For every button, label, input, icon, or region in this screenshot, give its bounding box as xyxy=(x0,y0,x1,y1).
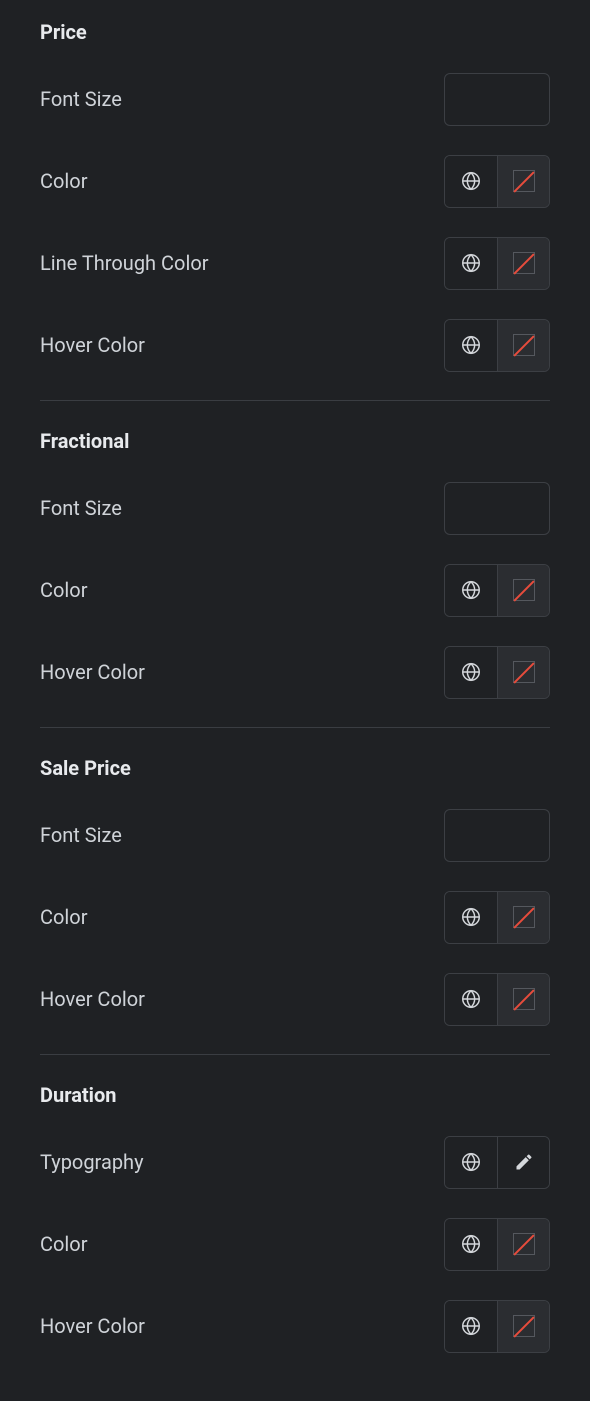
label-duration-typography: Typography xyxy=(40,1150,144,1174)
label-fractional-color: Color xyxy=(40,578,87,602)
color-swatch-button[interactable] xyxy=(497,892,549,943)
no-color-swatch-icon xyxy=(513,334,535,356)
typography-control-duration xyxy=(444,1136,550,1189)
row-sale-price-color: Color xyxy=(40,890,550,944)
input-price-font-size[interactable] xyxy=(444,73,550,126)
row-price-font-size: Font Size xyxy=(40,72,550,126)
label-price-hover-color: Hover Color xyxy=(40,333,145,357)
color-swatch-button[interactable] xyxy=(497,647,549,698)
global-toggle-button[interactable] xyxy=(445,156,497,207)
section-heading-duration: Duration xyxy=(40,1083,550,1107)
label-sale-price-font-size: Font Size xyxy=(40,823,122,847)
label-sale-price-hover-color: Hover Color xyxy=(40,987,145,1011)
color-control-sale-price-hover xyxy=(444,973,550,1026)
no-color-swatch-icon xyxy=(513,1315,535,1337)
globe-icon xyxy=(460,579,482,601)
no-color-swatch-icon xyxy=(513,170,535,192)
edit-typography-button[interactable] xyxy=(497,1137,549,1188)
globe-icon xyxy=(460,1233,482,1255)
globe-icon xyxy=(460,906,482,928)
label-price-font-size: Font Size xyxy=(40,87,122,111)
global-toggle-button[interactable] xyxy=(445,1301,497,1352)
row-price-line-through-color: Line Through Color xyxy=(40,236,550,290)
section-sale-price: Sale Price Font Size Color Hover Color xyxy=(40,727,550,1054)
section-heading-price: Price xyxy=(40,20,550,44)
label-price-line-through-color: Line Through Color xyxy=(40,251,209,275)
color-swatch-button[interactable] xyxy=(497,974,549,1025)
color-swatch-button[interactable] xyxy=(497,320,549,371)
globe-icon xyxy=(460,252,482,274)
global-toggle-button[interactable] xyxy=(445,1219,497,1270)
globe-icon xyxy=(460,661,482,683)
no-color-swatch-icon xyxy=(513,906,535,928)
global-toggle-button[interactable] xyxy=(445,892,497,943)
row-sale-price-hover-color: Hover Color xyxy=(40,972,550,1026)
color-control-fractional-hover xyxy=(444,646,550,699)
pencil-icon xyxy=(514,1152,534,1172)
row-price-color: Color xyxy=(40,154,550,208)
color-swatch-button[interactable] xyxy=(497,1219,549,1270)
section-price: Price Font Size Color Line Through Color… xyxy=(40,20,550,400)
color-control-fractional-color xyxy=(444,564,550,617)
color-control-price-line-through xyxy=(444,237,550,290)
section-heading-sale-price: Sale Price xyxy=(40,756,550,780)
section-heading-fractional: Fractional xyxy=(40,429,550,453)
no-color-swatch-icon xyxy=(513,252,535,274)
color-swatch-button[interactable] xyxy=(497,565,549,616)
global-toggle-button[interactable] xyxy=(445,647,497,698)
color-control-duration-color xyxy=(444,1218,550,1271)
no-color-swatch-icon xyxy=(513,988,535,1010)
row-fractional-hover-color: Hover Color xyxy=(40,645,550,699)
globe-icon xyxy=(460,170,482,192)
label-fractional-hover-color: Hover Color xyxy=(40,660,145,684)
globe-icon xyxy=(460,1151,482,1173)
row-fractional-font-size: Font Size xyxy=(40,481,550,535)
color-control-duration-hover xyxy=(444,1300,550,1353)
global-toggle-button[interactable] xyxy=(445,974,497,1025)
global-toggle-button[interactable] xyxy=(445,238,497,289)
section-fractional: Fractional Font Size Color Hover Color xyxy=(40,400,550,727)
no-color-swatch-icon xyxy=(513,661,535,683)
input-sale-price-font-size[interactable] xyxy=(444,809,550,862)
section-duration: Duration Typography Color Hover Color xyxy=(40,1054,550,1381)
row-duration-hover-color: Hover Color xyxy=(40,1299,550,1353)
input-fractional-font-size[interactable] xyxy=(444,482,550,535)
row-price-hover-color: Hover Color xyxy=(40,318,550,372)
globe-icon xyxy=(460,334,482,356)
label-fractional-font-size: Font Size xyxy=(40,496,122,520)
label-duration-color: Color xyxy=(40,1232,87,1256)
globe-icon xyxy=(460,1315,482,1337)
row-duration-color: Color xyxy=(40,1217,550,1271)
globe-icon xyxy=(460,988,482,1010)
color-control-price-color xyxy=(444,155,550,208)
no-color-swatch-icon xyxy=(513,579,535,601)
row-duration-typography: Typography xyxy=(40,1135,550,1189)
color-control-price-hover xyxy=(444,319,550,372)
global-toggle-button[interactable] xyxy=(445,565,497,616)
row-fractional-color: Color xyxy=(40,563,550,617)
color-swatch-button[interactable] xyxy=(497,238,549,289)
color-swatch-button[interactable] xyxy=(497,1301,549,1352)
global-toggle-button[interactable] xyxy=(445,1137,497,1188)
no-color-swatch-icon xyxy=(513,1233,535,1255)
color-swatch-button[interactable] xyxy=(497,156,549,207)
color-control-sale-price-color xyxy=(444,891,550,944)
label-price-color: Color xyxy=(40,169,87,193)
row-sale-price-font-size: Font Size xyxy=(40,808,550,862)
label-duration-hover-color: Hover Color xyxy=(40,1314,145,1338)
global-toggle-button[interactable] xyxy=(445,320,497,371)
label-sale-price-color: Color xyxy=(40,905,87,929)
